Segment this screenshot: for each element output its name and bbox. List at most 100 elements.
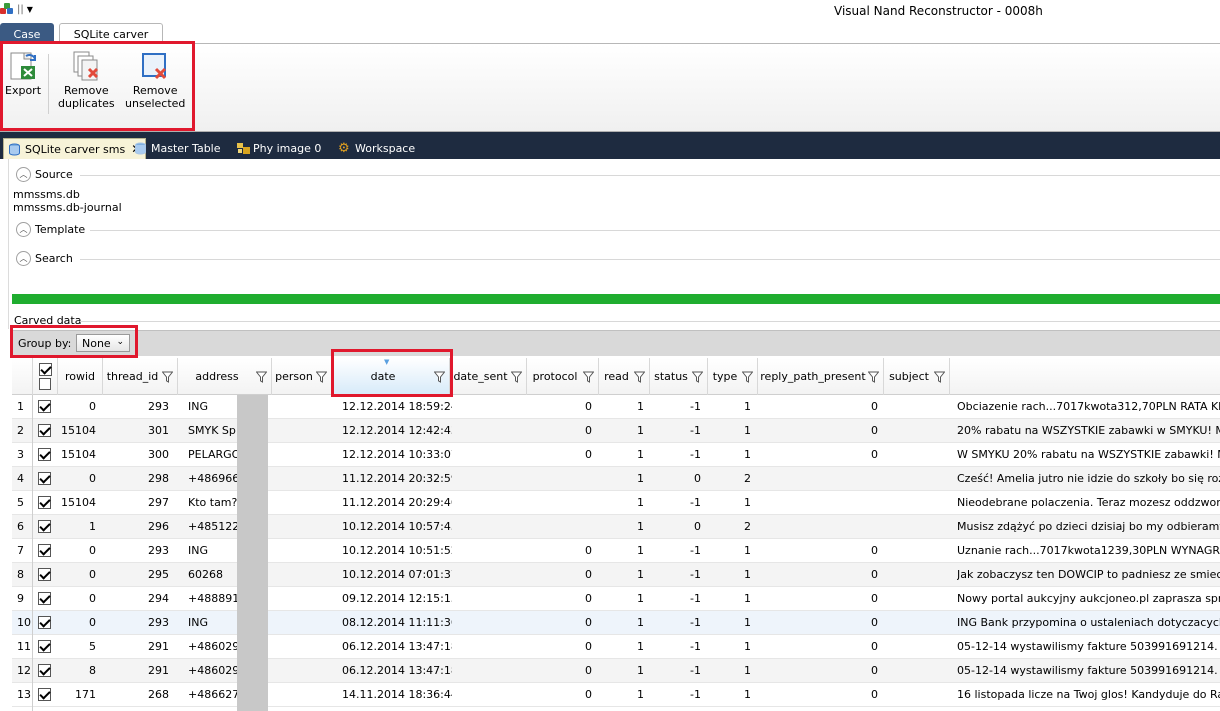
table-row[interactable]: 3 15104 300 PELARGO 12.12.2014 10:33:07 0 1 -1 1… <box>12 443 1220 467</box>
source-label: Source <box>35 168 73 181</box>
column-header-status[interactable]: status <box>650 358 708 395</box>
search-section-header[interactable]: ︿ Search <box>16 251 73 266</box>
column-header-thread-id[interactable]: thread_id <box>103 358 178 395</box>
row-checkbox[interactable] <box>38 472 51 485</box>
table-row[interactable]: 4 0 298 +4869668 11.12.2014 20:32:59 1 0 2 Cześć… <box>12 467 1220 491</box>
cell-type: 1 <box>744 688 751 701</box>
source-section-header[interactable]: ︿ Source <box>16 167 73 182</box>
column-header-reply-path-present[interactable]: reply_path_present <box>758 358 884 395</box>
row-checkbox[interactable] <box>38 448 51 461</box>
filter-icon[interactable] <box>510 371 523 383</box>
filter-icon[interactable] <box>315 371 328 383</box>
cell-thread_id: 298 <box>148 472 169 485</box>
cell-protocol: 0 <box>585 616 592 629</box>
unselect-checkbox[interactable] <box>39 378 51 390</box>
tab-workspace[interactable]: ⚙ Workspace <box>334 138 419 159</box>
search-label: Search <box>35 252 73 265</box>
cell-type: 1 <box>744 616 751 629</box>
filter-icon[interactable] <box>633 371 646 383</box>
cell-protocol: 0 <box>585 568 592 581</box>
filter-icon[interactable] <box>582 371 595 383</box>
column-header-date-sent[interactable]: date_sent <box>450 358 527 395</box>
chip-icon <box>236 142 250 155</box>
row-checkbox[interactable] <box>38 496 51 509</box>
window-title: Visual Nand Reconstructor - 0008h <box>834 4 1043 18</box>
tab-master-table[interactable]: Master Table <box>130 138 225 159</box>
row-checkbox[interactable] <box>38 688 51 701</box>
cell-reply: 0 <box>871 688 878 701</box>
table-row[interactable]: 6 1 296 +4851221 10.12.2014 10:57:45 1 0 2 Musis… <box>12 515 1220 539</box>
table-row[interactable]: 9 0 294 +4888916 09.12.2014 12:15:15 0 1 -1 1 0 No… <box>12 587 1220 611</box>
column-header-subject[interactable]: subject <box>884 358 950 395</box>
collapse-icon[interactable]: ︿ <box>16 251 31 266</box>
cell-date: 12.12.2014 12:42:43 <box>342 424 452 437</box>
collapse-icon[interactable]: ︿ <box>16 167 31 182</box>
row-checkbox[interactable] <box>38 400 51 413</box>
row-checkbox[interactable] <box>38 520 51 533</box>
cell-protocol: 0 <box>585 592 592 605</box>
cell-type: 1 <box>744 448 751 461</box>
left-guide-line <box>8 159 9 329</box>
column-header-label: protocol <box>532 370 578 383</box>
cell-body: 05-12-14 wystawilismy fakture 5039916912… <box>957 664 1220 677</box>
tab-phy-image[interactable]: Phy image 0 <box>232 138 325 159</box>
table-row[interactable]: 2 15104 301 SMYK Sp.z 12.12.2014 12:42:43 0 1 -… <box>12 419 1220 443</box>
cell-status: -1 <box>690 664 701 677</box>
divider <box>80 321 1220 322</box>
table-row[interactable]: 8 0 295 60268 10.12.2014 07:01:37 0 1 -1 1 0 Jak z… <box>12 563 1220 587</box>
cell-date: 10.12.2014 10:57:45 <box>342 520 452 533</box>
row-checkbox[interactable] <box>38 424 51 437</box>
column-header-person[interactable]: person <box>272 358 332 395</box>
row-checkbox[interactable] <box>38 640 51 653</box>
cell-address: +4860290 <box>188 664 238 677</box>
table-row[interactable]: 11 5 291 +4860290 06.12.2014 13:47:18 0 1 -1 1 0 0… <box>12 635 1220 659</box>
cell-protocol: 0 <box>585 640 592 653</box>
column-header-address[interactable]: address <box>178 358 272 395</box>
cell-thread_id: 295 <box>148 568 169 581</box>
table-row[interactable]: 13 171 268 +4866272 14.11.2014 18:36:44 0 1 -1 1… <box>12 683 1220 707</box>
collapse-icon[interactable]: ︿ <box>16 222 31 237</box>
gear-icon: ⚙ <box>338 141 350 156</box>
row-checkbox[interactable] <box>38 568 51 581</box>
row-checkbox[interactable] <box>38 616 51 629</box>
filter-icon[interactable] <box>161 371 174 383</box>
column-header-type[interactable]: type <box>708 358 758 395</box>
filter-icon[interactable] <box>867 371 880 383</box>
row-number: 9 <box>17 592 24 605</box>
row-checkbox[interactable] <box>38 544 51 557</box>
cell-rowid: 0 <box>89 568 96 581</box>
cell-body: 05-12-14 wystawilismy fakture 5039916912… <box>957 640 1220 653</box>
cell-status: -1 <box>690 496 701 509</box>
select-all-checkbox[interactable] <box>38 363 52 376</box>
column-header-rowid[interactable]: rowid <box>58 358 103 395</box>
divider <box>90 230 1220 231</box>
qat-dropdown-icon[interactable]: ▼ <box>27 5 33 14</box>
cell-status: -1 <box>690 592 701 605</box>
table-row[interactable]: 5 15104 297 Kto tam? 11.12.2014 20:29:46 1 -1 1… <box>12 491 1220 515</box>
row-checkbox[interactable] <box>38 664 51 677</box>
table-row[interactable]: 1 0 293 ING 12.12.2014 18:59:24 0 1 -1 1 0 Obciaze… <box>12 395 1220 419</box>
tab-sqlite-carver-sms[interactable]: SQLite carver sms ✕ <box>3 138 147 159</box>
cell-read: 1 <box>637 688 644 701</box>
cell-rowid: 15104 <box>61 448 96 461</box>
filter-icon[interactable] <box>691 371 704 383</box>
filter-icon[interactable] <box>741 371 754 383</box>
cell-rowid: 5 <box>89 640 96 653</box>
column-header-protocol[interactable]: protocol <box>527 358 599 395</box>
select-all-header[interactable] <box>33 358 58 395</box>
table-row[interactable]: 7 0 293 ING 10.12.2014 10:51:52 0 1 -1 1 0 Uznanie… <box>12 539 1220 563</box>
cell-status: 0 <box>694 520 701 533</box>
row-checkbox[interactable] <box>38 592 51 605</box>
cell-body: Obciazenie rach...7017kwota312,70PLN RAT… <box>957 400 1220 413</box>
column-header-read[interactable]: read <box>599 358 650 395</box>
cell-rowid: 1 <box>89 520 96 533</box>
cell-body: W SMYKU 20% rabatu na WSZYSTKIE zabawki!… <box>957 448 1220 461</box>
table-row[interactable]: 12 8 291 +4860290 06.12.2014 13:47:18 0 1 -1 1 0 0… <box>12 659 1220 683</box>
template-section-header[interactable]: ︿ Template <box>16 222 85 237</box>
divider <box>80 259 1220 260</box>
row-number: 13 <box>17 688 31 701</box>
filter-icon[interactable] <box>255 371 268 383</box>
table-row[interactable]: 10 0 293 ING 08.12.2014 11:11:36 0 1 -1 1 0 ING Ba… <box>12 611 1220 635</box>
row-number: 3 <box>17 448 24 461</box>
filter-icon[interactable] <box>933 371 946 383</box>
